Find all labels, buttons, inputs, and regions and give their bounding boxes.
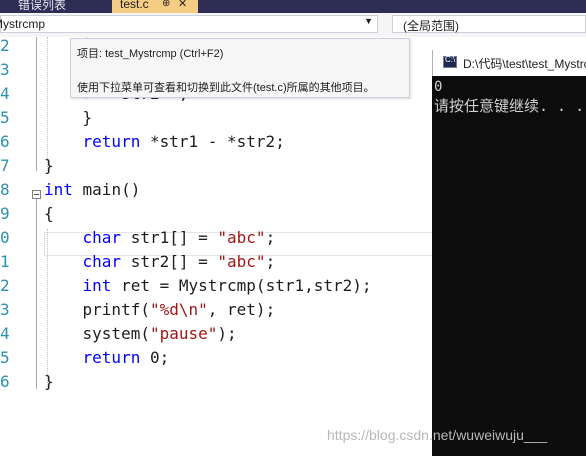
code-text: str1[] = (121, 228, 218, 247)
code-text: ); (217, 324, 237, 343)
chevron-down-icon[interactable]: ▼ (364, 16, 373, 26)
line-number: 6 (0, 132, 10, 151)
project-scope-value: Mystrcmp (0, 17, 45, 31)
line-number: 5 (0, 108, 10, 127)
line-number: 3 (0, 60, 10, 79)
code-line[interactable]: printf("%d\n", ret); (44, 298, 276, 322)
line-number: 2 (0, 276, 10, 295)
line-number: 9 (0, 204, 10, 223)
member-scope-dropdown[interactable]: (全局范围) (392, 15, 586, 33)
line-number: 4 (0, 84, 10, 103)
line-number: 8 (0, 180, 10, 199)
code-line[interactable]: int main() (44, 178, 140, 202)
project-scope-dropdown[interactable]: Mystrcmp ▼ (0, 15, 378, 33)
console-output-line: 0 (434, 79, 443, 95)
code-string: "pause" (149, 324, 218, 343)
code-text: 0; (140, 348, 170, 367)
line-number: 5 (0, 348, 10, 367)
line-number: 2 (0, 36, 10, 55)
code-text: } (82, 108, 93, 127)
tab-test-c[interactable]: test.c ⊕ ✕ (112, 0, 198, 13)
pin-icon[interactable]: ⊕ (162, 0, 170, 9)
code-line[interactable]: return 0; (44, 346, 170, 370)
code-keyword: return (82, 348, 141, 367)
code-text: , ret); (207, 300, 276, 319)
code-keyword: int (44, 180, 73, 199)
member-scope-value: (全局范围) (403, 19, 459, 33)
line-number: 0 (0, 228, 10, 247)
close-icon[interactable]: ✕ (178, 0, 187, 10)
code-text: ; (265, 228, 276, 247)
code-text: str2[] = (121, 252, 218, 271)
console-title: D:\代码\test\test_Mystrcmp (463, 57, 586, 71)
code-string: "abc" (217, 252, 266, 271)
console-output-line: 请按任意键继续. . . (434, 97, 585, 115)
code-line[interactable]: return *str1 - *str2; (44, 130, 285, 154)
code-text: printf( (82, 300, 150, 319)
code-keyword: return (82, 132, 141, 151)
code-text: } (44, 372, 54, 391)
code-keyword: int (82, 276, 112, 295)
code-string: "%d\n" (149, 300, 208, 319)
project-tooltip: 项目: test_Mystrcmp (Ctrl+F2) 使用下拉菜单可查看和切换… (70, 38, 410, 98)
tooltip-body: 使用下拉菜单可查看和切换到此文件(test.c)所属的其他项目。 (77, 82, 375, 94)
console-title-bar[interactable]: C:\ D:\代码\test\test_Mystrcmp (432, 50, 586, 76)
line-number: 1 (0, 252, 10, 271)
line-number: 6 (0, 372, 10, 391)
code-text: ; (265, 252, 276, 271)
code-text: } (44, 156, 54, 175)
code-line[interactable]: } (44, 106, 93, 130)
code-keyword: char (82, 228, 122, 247)
tooltip-title: 项目: test_Mystrcmp (Ctrl+F2) (77, 48, 224, 60)
code-string: "abc" (217, 228, 266, 247)
console-window[interactable]: C:\ D:\代码\test\test_Mystrcmp 0 请按任意键继续. … (432, 50, 586, 456)
tab-error-list[interactable]: 错误列表 (18, 0, 66, 13)
outline-line (36, 37, 37, 171)
console-app-icon: C:\ (443, 55, 457, 68)
line-number: 3 (0, 300, 10, 319)
watermark: https://blog.csdn.net/wuweiwuju___ (327, 427, 548, 443)
tab-test-c-label: test.c (120, 0, 149, 11)
line-number: 4 (0, 324, 10, 343)
code-line[interactable]: } (44, 154, 54, 178)
code-text: ret = Mystrcmp(str1,str2); (111, 276, 372, 295)
code-text: { (44, 204, 54, 223)
code-text: main() (72, 180, 141, 199)
outline-line (36, 199, 37, 389)
document-tab-strip: 错误列表 test.c ⊕ ✕ (0, 0, 586, 13)
code-line[interactable]: system("pause"); (44, 322, 237, 346)
code-line[interactable]: char str1[] = "abc"; (44, 226, 276, 250)
collapse-toggle-icon[interactable] (32, 190, 41, 199)
code-line[interactable]: char str2[] = "abc"; (44, 250, 276, 274)
line-number: 7 (0, 156, 10, 175)
code-text: system( (82, 324, 150, 343)
code-line[interactable]: { (44, 202, 54, 226)
code-keyword: char (82, 252, 122, 271)
code-line[interactable]: int ret = Mystrcmp(str1,str2); (44, 274, 372, 298)
code-line[interactable]: } (44, 370, 54, 394)
code-text: *str1 - *str2; (140, 132, 285, 151)
